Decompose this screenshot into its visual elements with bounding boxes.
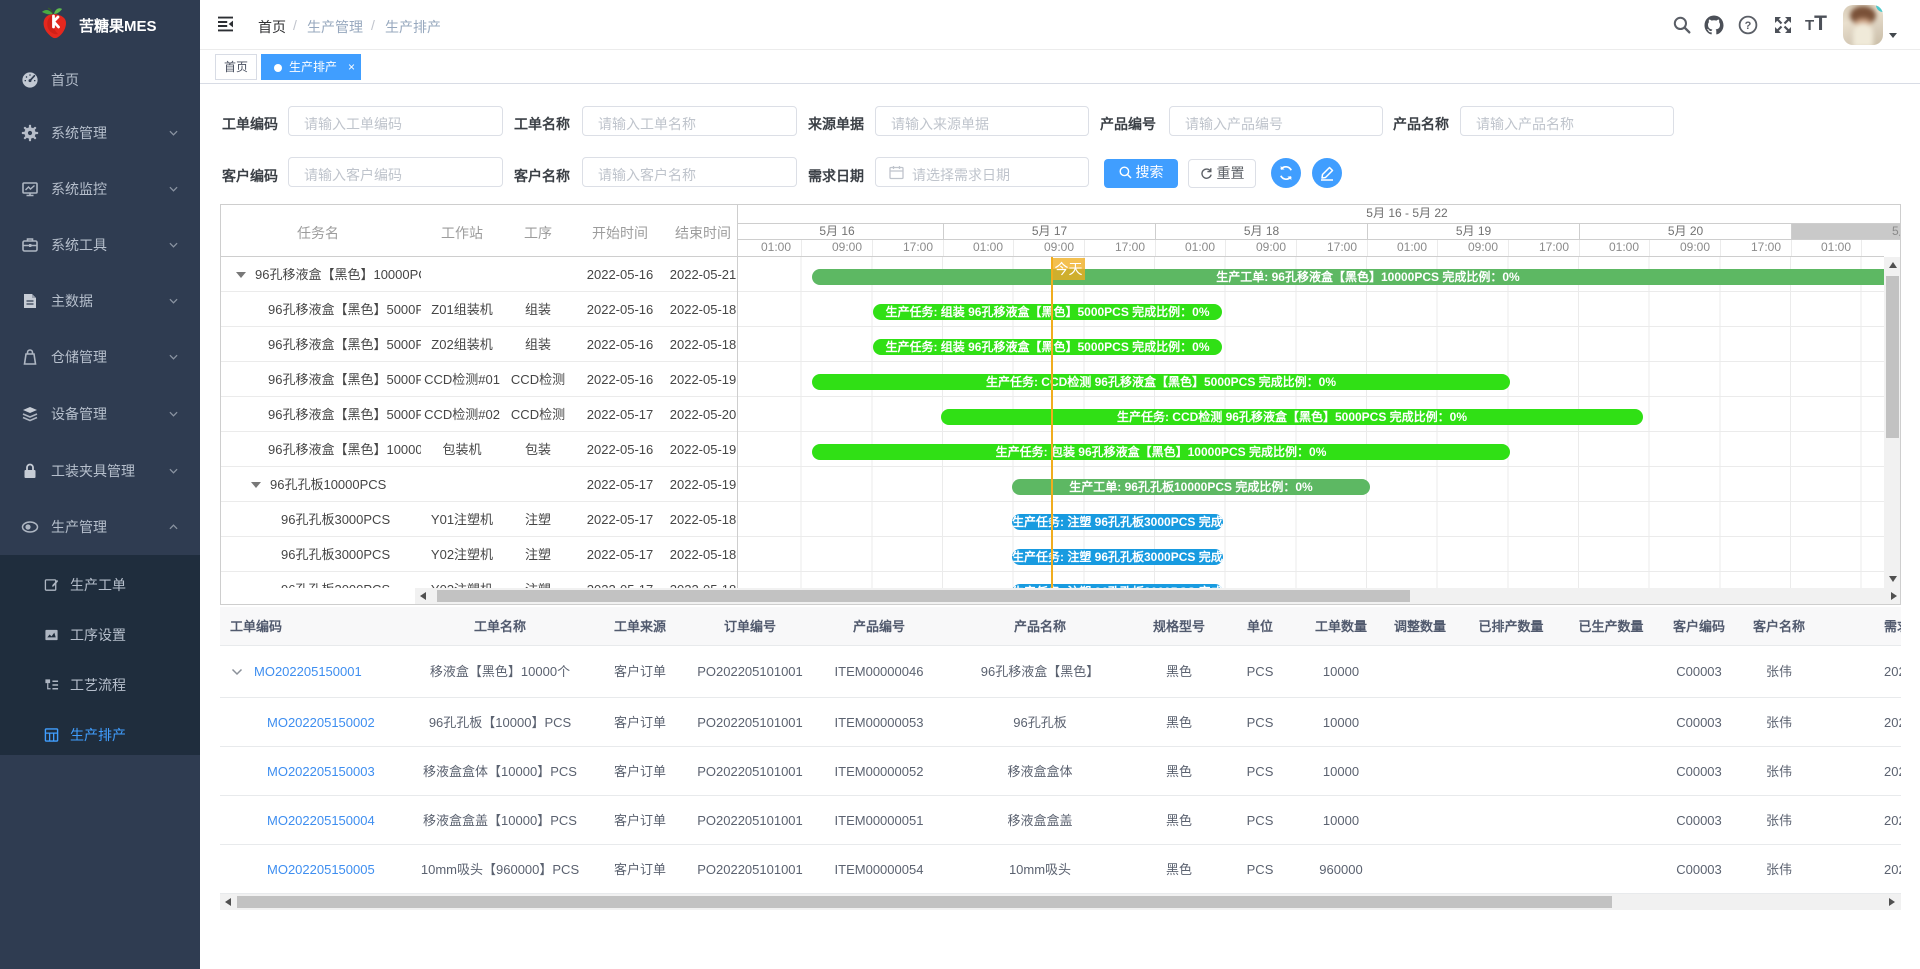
svg-text:?: ? xyxy=(1745,20,1752,32)
